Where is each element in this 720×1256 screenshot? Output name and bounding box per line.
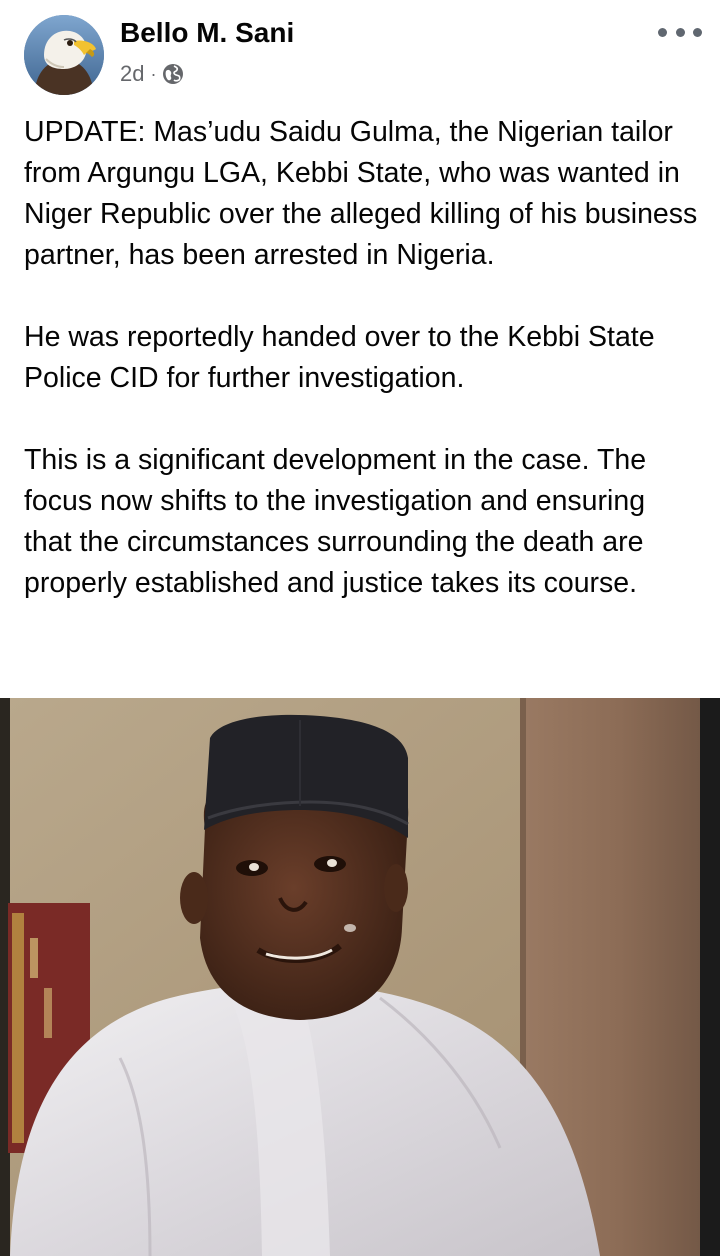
more-options-icon bbox=[658, 27, 667, 37]
meta-separator: · bbox=[150, 63, 157, 84]
post-header: Bello M. Sani 2d · bbox=[0, 0, 720, 100]
post-paragraph: This is a significant development in the… bbox=[24, 444, 647, 599]
author-name[interactable]: Bello M. Sani bbox=[120, 17, 294, 49]
post-photo[interactable] bbox=[0, 698, 720, 1256]
post-paragraph: UPDATE: Mas’udu Saidu Gulma, the Nigeria… bbox=[24, 116, 698, 271]
post-timestamp[interactable]: 2d bbox=[120, 61, 144, 87]
more-options-button[interactable] bbox=[658, 20, 702, 44]
avatar[interactable] bbox=[24, 15, 104, 95]
portrait-photo-icon bbox=[0, 698, 720, 1256]
post-body-text: UPDATE: Mas’udu Saidu Gulma, the Nigeria… bbox=[24, 112, 700, 604]
more-options-icon bbox=[675, 27, 685, 37]
post-meta: 2d · bbox=[120, 60, 184, 88]
post-paragraph: He was reportedly handed over to the Keb… bbox=[24, 321, 655, 394]
globe-icon[interactable] bbox=[162, 63, 184, 85]
eagle-avatar-icon bbox=[24, 15, 104, 95]
more-options-icon bbox=[693, 27, 702, 37]
